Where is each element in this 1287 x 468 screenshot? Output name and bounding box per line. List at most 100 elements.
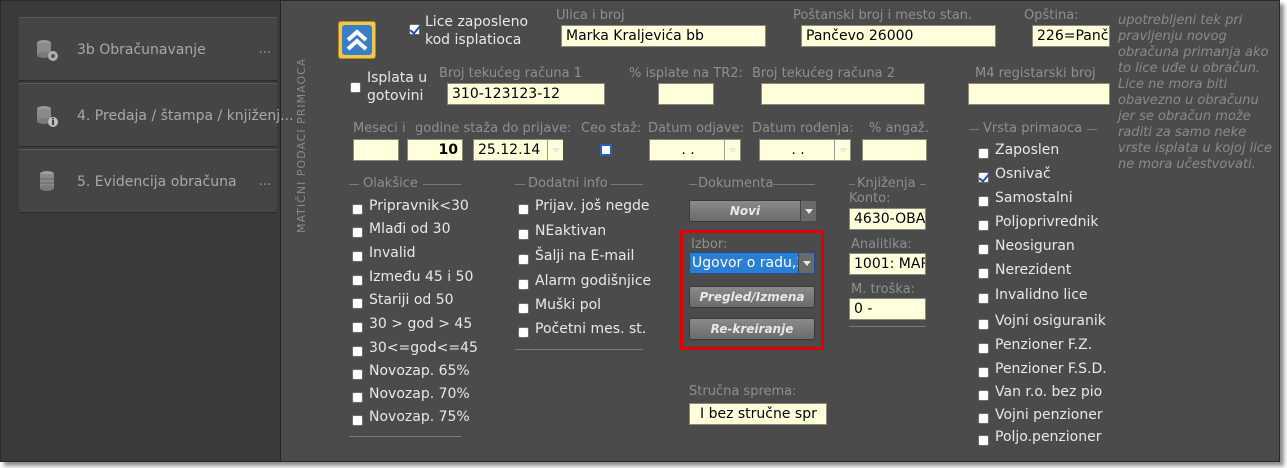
ulica-label: Ulica i broj (556, 8, 625, 23)
sidebar-item-label: 3b Obračunavanje (77, 42, 206, 58)
mtroska-label: M. troška: (851, 282, 916, 297)
vrsta-item-checkbox[interactable] (978, 172, 989, 183)
olaksice-item-checkbox[interactable] (352, 369, 363, 380)
novi-button[interactable]: Novi (689, 200, 801, 222)
ceo-staz-label: Ceo staž: (581, 121, 642, 136)
olaksice-item-checkbox[interactable] (352, 322, 363, 333)
lice-zaposleno-label: Lice zaposleno (425, 14, 529, 30)
analitika-input[interactable]: 1001: MAR (849, 253, 926, 275)
dodatni-item-checkbox[interactable] (518, 204, 529, 215)
isplata-u-label: Isplata u (367, 70, 428, 86)
datum-rodjenja-dropdown-arrow[interactable] (834, 140, 850, 160)
vrsta-item-checkbox[interactable] (978, 435, 989, 446)
vrsta-item-label: Nerezident (995, 262, 1072, 278)
olaksice-item-label: Novozap. 65% (369, 363, 470, 379)
sidebar: 3b Obračunavanje ... 4. Predaja / štampa… (1, 1, 294, 461)
sidebar-item-evidencija[interactable]: 5. Evidencija obračuna ... (19, 149, 277, 213)
olaksice-item-label: Novozap. 75% (369, 409, 470, 425)
vrsta-item-checkbox[interactable] (978, 293, 989, 304)
vrsta-item-checkbox[interactable] (978, 244, 989, 255)
izbor-dropdown-arrow[interactable] (798, 253, 814, 273)
pregled-izmena-button[interactable]: Pregled/Izmena (689, 286, 815, 308)
konto-label: Konto: (849, 191, 891, 206)
vrsta-item-checkbox[interactable] (978, 390, 989, 401)
vrsta-item-checkbox[interactable] (978, 413, 989, 424)
godine-input[interactable]: 10 (407, 139, 463, 161)
datum-odjave-value: . . (681, 142, 695, 158)
vrsta-item-checkbox[interactable] (978, 268, 989, 279)
dodatni-item-label: Šalji na E-mail (535, 248, 635, 264)
sidebar-item-obracunavanje[interactable]: 3b Obračunavanje ... (19, 17, 277, 81)
dodatni-item-checkbox[interactable] (518, 327, 529, 338)
vrsta-item-checkbox[interactable] (978, 196, 989, 207)
collapse-up-button[interactable] (338, 21, 376, 59)
mtroska-input[interactable]: 0 - (849, 298, 926, 320)
olaksice-item-checkbox[interactable] (352, 227, 363, 238)
tekuci1-input[interactable]: 310-123123-12 (447, 83, 605, 105)
olaksice-line-left (349, 184, 359, 185)
knjizenja-title: Knjiženja (857, 176, 916, 191)
dokumenta-line-right (773, 184, 815, 185)
dodatni-item-checkbox[interactable] (518, 229, 529, 240)
datum-prijave-dropdown-arrow[interactable] (547, 140, 563, 160)
procenat-tr2-label: % isplate na TR2: (629, 66, 743, 81)
vrsta-item-checkbox[interactable] (978, 220, 989, 231)
isplata-gotovini-checkbox[interactable] (350, 82, 361, 93)
knjizenja-line-left (849, 184, 855, 185)
olaksice-item-label: 30<=god<=45 (369, 340, 478, 356)
olaksice-item-checkbox[interactable] (352, 346, 363, 357)
olaksice-line-bottom (349, 436, 461, 437)
m4-input[interactable] (968, 83, 1110, 105)
opstina-label: Opština: (1024, 8, 1079, 23)
vrsta-item-label: Penzioner F.Z. (995, 337, 1093, 353)
meseci-input[interactable] (353, 139, 399, 161)
vrsta-item-label: Zaposlen (995, 142, 1060, 158)
gotovini-label: gotovini (367, 88, 424, 104)
vrsta-item-label: Poljoprivrednik (995, 214, 1099, 230)
lice-zaposleno-checkbox[interactable] (409, 24, 420, 35)
sidebar-item-dots: ... (258, 42, 271, 57)
procenat-tr2-input[interactable] (658, 83, 714, 105)
olaksice-item-label: Invalid (369, 245, 416, 261)
olaksice-item-checkbox[interactable] (352, 415, 363, 426)
olaksice-item-checkbox[interactable] (352, 392, 363, 403)
izbor-select[interactable]: Ugovor o radu,2 (689, 252, 815, 274)
re-kreiranje-button[interactable]: Re-kreiranje (689, 318, 815, 340)
datum-odjave-dropdown-arrow[interactable] (724, 140, 740, 160)
izbor-select-value: Ugovor o radu,2 (692, 255, 806, 271)
angaz-input[interactable] (862, 139, 927, 161)
postanski-input[interactable]: Pančevo 26000 (801, 25, 996, 47)
olaksice-title: Olakšice (363, 176, 418, 191)
dodatni-item-checkbox[interactable] (518, 303, 529, 314)
konto-input[interactable]: 4630-OBAV (849, 208, 926, 230)
olaksice-item-checkbox[interactable] (352, 251, 363, 262)
olaksice-item-checkbox[interactable] (352, 298, 363, 309)
dodatni-item-checkbox[interactable] (518, 254, 529, 265)
tekuci1-label: Broj tekućeg računa 1 (439, 66, 582, 81)
strucna-sprema-label: Stručna sprema: (689, 384, 797, 399)
strucna-sprema-input[interactable]: I bez stručne spr (689, 403, 827, 425)
opstina-input[interactable]: 226=Panče (1032, 25, 1110, 47)
vrsta-item-label: Samostalni (995, 190, 1073, 206)
olaksice-item-checkbox[interactable] (352, 204, 363, 215)
ulica-input[interactable]: Marka Kraljevića bb (561, 25, 766, 47)
analitika-label: Analitika: (851, 237, 912, 252)
tekuci2-input[interactable] (761, 83, 925, 105)
olaksice-item-label: Između 45 i 50 (369, 269, 474, 285)
coins-info-icon (37, 106, 58, 127)
vrsta-item-checkbox[interactable] (978, 319, 989, 330)
izbor-label: Izbor: (691, 237, 728, 252)
sidebar-item-predaja[interactable]: 4. Predaja / štampa / knjiženj... (19, 83, 294, 147)
vrsta-item-checkbox[interactable] (978, 148, 989, 159)
ceo-staz-checkbox[interactable] (600, 144, 612, 156)
olaksice-item-checkbox[interactable] (352, 275, 363, 286)
knjizenja-line-bottom (849, 326, 926, 327)
dodatni-item-label: Prijav. još negde (535, 198, 650, 214)
vrsta-item-checkbox[interactable] (978, 343, 989, 354)
novi-dropdown-arrow[interactable] (800, 201, 816, 221)
olaksice-item-label: Pripravnik<30 (369, 198, 469, 214)
vrsta-item-checkbox[interactable] (978, 367, 989, 378)
double-chevron-up-icon (342, 25, 372, 55)
dodatni-item-checkbox[interactable] (518, 279, 529, 290)
postanski-label: Poštanski broj i mesto stan. (793, 8, 973, 23)
